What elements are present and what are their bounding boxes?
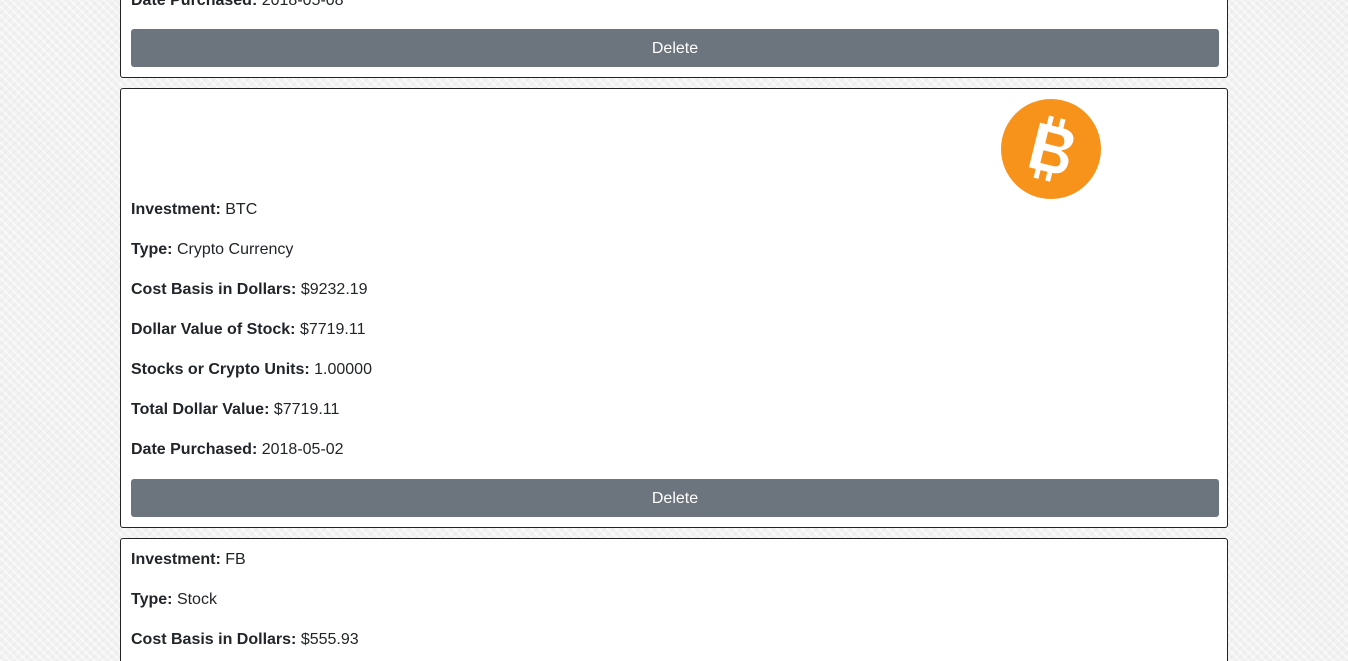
field-label: Stocks or Crypto Units: — [131, 361, 310, 378]
field-label: Total Dollar Value: — [131, 401, 270, 418]
field-dollar-value: Dollar Value of Stock: $7719.11 — [131, 320, 365, 340]
field-value: $7719.11 — [299, 321, 366, 338]
bitcoin-icon — [1001, 99, 1101, 199]
field-value: 1.00000 — [314, 361, 372, 378]
field-value: $9232.19 — [300, 281, 368, 298]
field-value: 2018-05-08 — [261, 0, 344, 9]
field-label: Dollar Value of Stock: — [131, 321, 296, 338]
field-total-value: Total Dollar Value: $7719.11 — [131, 400, 339, 420]
field-label: Type: — [131, 241, 173, 258]
investment-card: Investment: FB Type: Stock Cost Basis in… — [120, 538, 1228, 661]
field-type: Type: Stock — [131, 590, 217, 610]
field-label: Date Purchased: — [131, 441, 258, 458]
field-cost-basis: Cost Basis in Dollars: $9232.19 — [131, 280, 368, 300]
field-label: Cost Basis in Dollars: — [131, 631, 297, 648]
field-label: Date Purchased: — [131, 0, 258, 9]
field-date-purchased: Date Purchased: 2018-05-02 — [131, 440, 344, 460]
field-label: Investment: — [131, 551, 221, 568]
field-investment: Investment: BTC — [131, 200, 257, 220]
field-value: FB — [225, 551, 246, 568]
delete-button[interactable]: Delete — [131, 29, 1219, 67]
field-value: Crypto Currency — [176, 241, 294, 258]
field-cost-basis: Cost Basis in Dollars: $555.93 — [131, 630, 359, 650]
field-value: $7719.11 — [273, 401, 340, 418]
field-label: Type: — [131, 591, 173, 608]
investment-card: Investment: BTC Type: Crypto Currency Co… — [120, 88, 1228, 528]
field-value: Stock — [176, 591, 217, 608]
field-value: BTC — [225, 201, 258, 218]
field-label: Cost Basis in Dollars: — [131, 281, 297, 298]
field-investment: Investment: FB — [131, 550, 246, 570]
field-units: Stocks or Crypto Units: 1.00000 — [131, 360, 372, 380]
field-date-purchased: Date Purchased: 2018-05-08 — [131, 0, 344, 11]
field-value: $555.93 — [300, 631, 359, 648]
delete-button[interactable]: Delete — [131, 479, 1219, 517]
field-label: Investment: — [131, 201, 221, 218]
field-value: 2018-05-02 — [261, 441, 344, 458]
field-type: Type: Crypto Currency — [131, 240, 293, 260]
investment-card: Date Purchased: 2018-05-08 Delete — [120, 0, 1228, 78]
